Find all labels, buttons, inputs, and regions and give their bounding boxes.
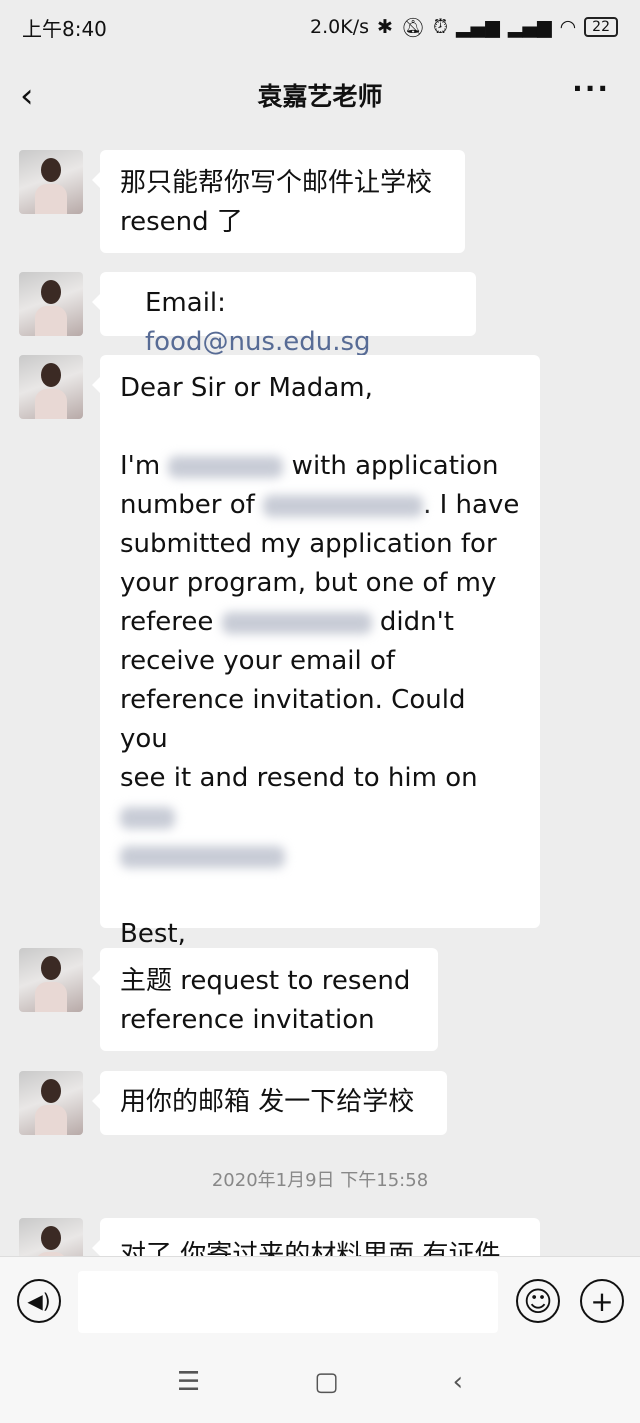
mute-icon: 🔕︎ xyxy=(400,16,426,39)
avatar[interactable] xyxy=(19,1218,83,1256)
message-input[interactable] xyxy=(78,1271,498,1333)
avatar[interactable] xyxy=(19,355,83,419)
text: see it and resend to him on xyxy=(120,763,486,793)
message-bubble[interactable]: Email: food@nus.edu.sg xyxy=(92,272,476,357)
plus-icon[interactable]: + xyxy=(580,1279,624,1323)
message-list[interactable]: 那只能帮你写个邮件让学校 resend 了 Email: food@nus.ed… xyxy=(0,136,640,1256)
redacted-name xyxy=(168,455,284,478)
signal-icon: ▂▄▆ xyxy=(455,16,500,38)
input-bar: ◀︎) ☺︎ + xyxy=(0,1256,640,1340)
message-bubble[interactable]: 那只能帮你写个邮件让学校 resend 了 xyxy=(92,150,465,253)
text: didn't xyxy=(371,607,454,637)
system-nav-bar: ☰ ▢ ‹ xyxy=(0,1340,640,1423)
chat-title: 袁嘉艺老师 xyxy=(257,82,383,111)
timestamp: 2020年1月9日 下午15:58 xyxy=(211,1170,429,1191)
text: . I have xyxy=(423,490,520,520)
avatar[interactable] xyxy=(19,948,83,1012)
message-bubble[interactable]: 主题 request to resend reference invitatio… xyxy=(92,948,438,1051)
voice-icon[interactable]: ◀︎) xyxy=(17,1279,61,1323)
more-button[interactable]: ··· xyxy=(572,72,610,105)
back-nav-icon[interactable]: ‹ xyxy=(453,1367,463,1397)
email-link[interactable]: food@nus.edu.sg xyxy=(145,327,371,357)
text: I'm xyxy=(120,451,169,481)
avatar[interactable] xyxy=(19,1071,83,1135)
menu-icon[interactable]: ☰ xyxy=(177,1367,200,1397)
redacted-email xyxy=(120,845,285,868)
home-icon[interactable]: ▢ xyxy=(314,1367,339,1397)
text-line: reference invitation. Could you xyxy=(120,685,474,754)
battery-icon: 22 xyxy=(584,17,618,37)
chat-header: ‹ 袁嘉艺老师 ··· xyxy=(0,54,640,136)
bluetooth-icon: ✱ xyxy=(377,16,393,38)
message-bubble[interactable]: Dear Sir or Madam, I'm with application n… xyxy=(92,355,540,985)
text: number of xyxy=(120,490,264,520)
message-bubble[interactable]: 用你的邮箱 发一下给学校 xyxy=(92,1071,447,1135)
text-line: receive your email of xyxy=(120,646,396,676)
text-line: your program, but one of my xyxy=(120,568,497,598)
email-label: Email: xyxy=(145,288,235,318)
redacted-number xyxy=(263,494,424,517)
network-speed: 2.0K/s xyxy=(310,16,370,38)
back-button[interactable]: ‹ xyxy=(20,76,34,116)
text-line: submitted my application for xyxy=(120,529,497,559)
redacted-referee xyxy=(221,611,372,634)
text: with application xyxy=(283,451,499,481)
clock: 上午8:40 xyxy=(22,16,107,41)
avatar[interactable] xyxy=(19,272,83,336)
text: referee xyxy=(120,607,222,637)
redacted-email xyxy=(120,806,175,829)
signal-hd-icon: ▂▄▆ xyxy=(507,16,552,38)
alarm-icon: ⏰︎ xyxy=(433,16,448,38)
status-bar: 上午8:40 2.0K/s ✱ 🔕︎ ⏰︎ ▂▄▆ ▂▄▆ ◠ 22 xyxy=(0,0,640,54)
avatar[interactable] xyxy=(19,150,83,214)
text-line: Dear Sir or Madam, xyxy=(120,373,373,403)
message-bubble[interactable]: 对了 你寄过来的材料里面 有证件 xyxy=(92,1218,540,1256)
emoji-icon[interactable]: ☺︎ xyxy=(516,1279,560,1323)
wifi-icon: ◠ xyxy=(559,16,577,38)
